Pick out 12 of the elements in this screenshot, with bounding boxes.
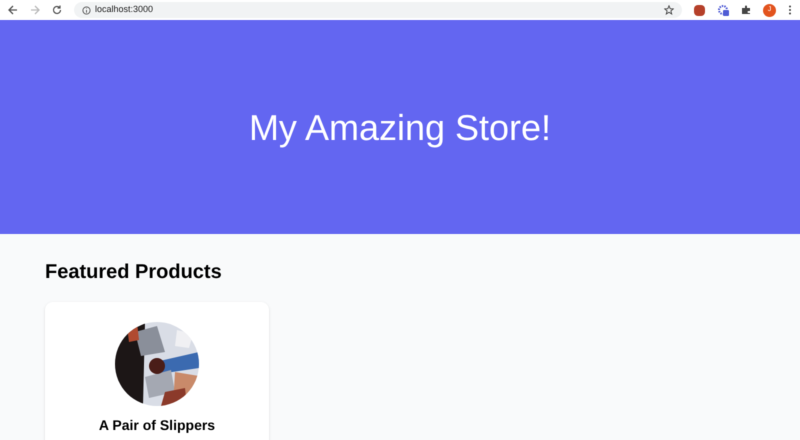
section-heading: Featured Products [45,260,223,285]
reload-icon[interactable] [52,5,62,15]
puzzle-icon[interactable] [741,5,751,15]
address-text: localhost:3000 [95,3,154,16]
address-bar[interactable]: localhost:3000 [74,2,682,18]
product-name: A Pair of Slippers [98,418,216,432]
menu-icon[interactable] [788,5,792,15]
product-card[interactable]: A Pair of Slippers [45,302,269,440]
star-icon[interactable] [664,5,674,15]
back-icon[interactable] [8,5,18,15]
hero-title: My Amazing Store! [248,106,552,150]
info-icon [82,6,91,14]
